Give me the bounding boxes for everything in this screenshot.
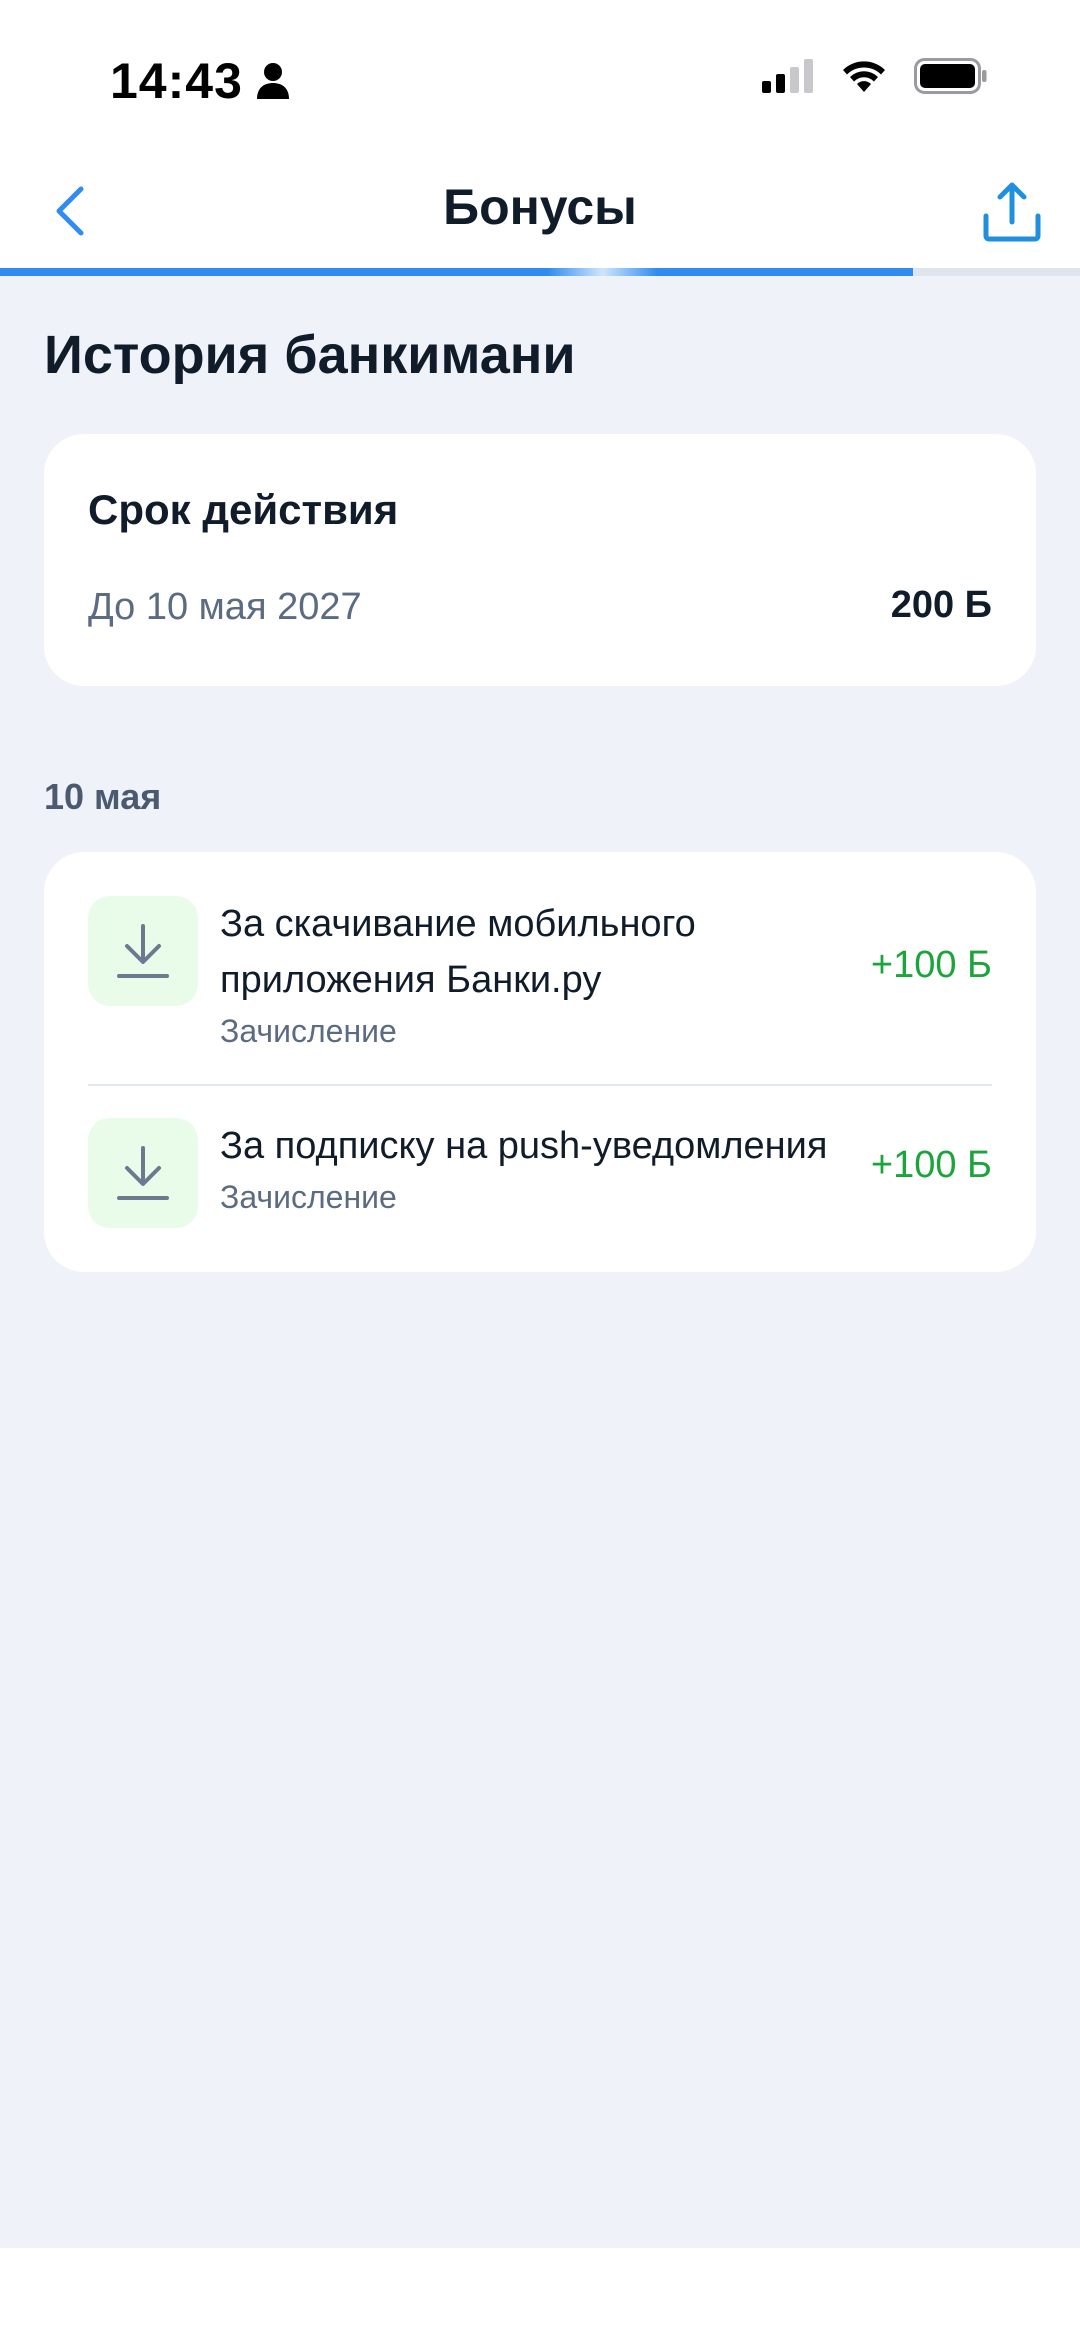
transaction-amount: +100 Б bbox=[870, 944, 992, 986]
wifi-icon bbox=[843, 61, 885, 92]
transaction-text: За скачивание мобильного приложения Банк… bbox=[220, 896, 860, 1054]
validity-title: Срок действия bbox=[88, 486, 399, 533]
transaction-text: За подписку на push-уведомления Зачислен… bbox=[220, 1118, 860, 1220]
transactions-card: За скачивание мобильного приложения Банк… bbox=[44, 852, 1036, 1272]
transaction-amount: +100 Б bbox=[870, 1144, 992, 1186]
transaction-title: За подписку на push-уведомления bbox=[220, 1125, 828, 1167]
divider bbox=[88, 1084, 992, 1086]
transaction-title: За скачивание мобильного приложения Банк… bbox=[220, 903, 696, 1001]
validity-date: До 10 мая 2027 bbox=[88, 586, 362, 628]
transaction-icon-box bbox=[88, 1118, 198, 1228]
page-heading: История банкимани bbox=[44, 325, 576, 385]
transaction-type: Зачисление bbox=[220, 1179, 397, 1215]
download-icon bbox=[117, 924, 169, 978]
status-time: 14:43 bbox=[110, 52, 291, 110]
share-button[interactable] bbox=[978, 178, 1046, 246]
status-time-text: 14:43 bbox=[110, 53, 243, 109]
transaction-type: Зачисление bbox=[220, 1013, 397, 1049]
bottom-safe-area bbox=[0, 2248, 1080, 2341]
nav-title: Бонусы bbox=[443, 179, 637, 235]
transaction-row[interactable]: За подписку на push-уведомления Зачислен… bbox=[88, 1118, 992, 1238]
share-icon bbox=[983, 182, 1041, 242]
validity-amount: 200 Б bbox=[890, 584, 992, 626]
main-content[interactable]: История банкимани Срок действия До 10 ма… bbox=[0, 276, 1080, 2248]
history-date-header: 10 мая bbox=[44, 776, 162, 817]
nav-bar: Бонусы bbox=[0, 150, 1080, 270]
signal-icon bbox=[762, 59, 813, 93]
status-bar: 14:43 bbox=[0, 0, 1080, 150]
battery-icon bbox=[914, 58, 987, 94]
transaction-icon-box bbox=[88, 896, 198, 1006]
person-icon bbox=[256, 63, 289, 99]
validity-card: Срок действия До 10 мая 2027 200 Б bbox=[44, 434, 1036, 686]
status-icons bbox=[762, 58, 988, 94]
transaction-row[interactable]: За скачивание мобильного приложения Банк… bbox=[88, 896, 992, 1080]
loading-progress-fill bbox=[0, 268, 913, 276]
download-icon bbox=[117, 1146, 169, 1200]
loading-progress-bar bbox=[0, 268, 1080, 276]
